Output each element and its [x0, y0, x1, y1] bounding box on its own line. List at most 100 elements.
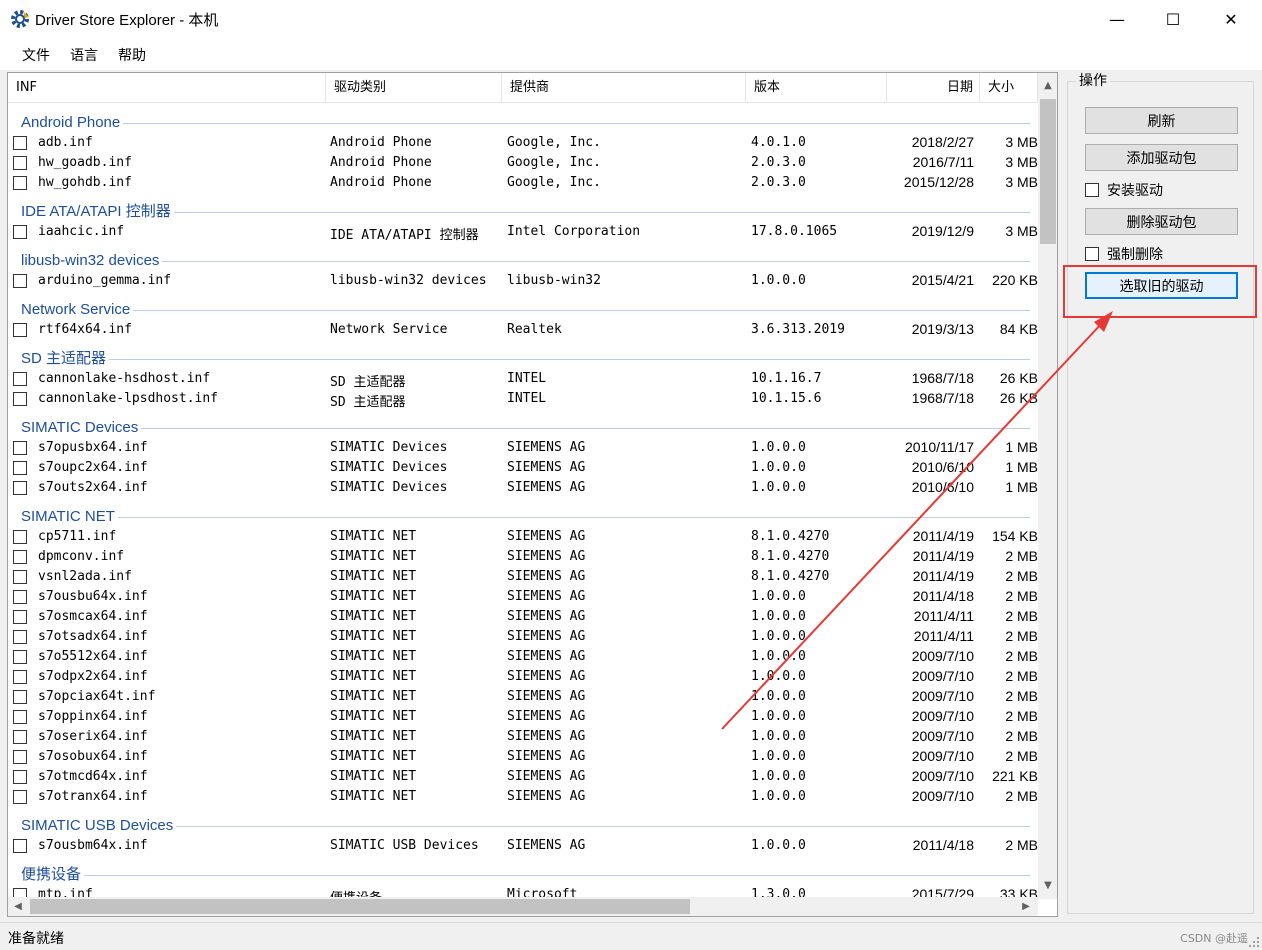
driver-row[interactable]: cannonlake-lpsdhost.inf SD 主适配器 INTEL 10.1.…: [8, 389, 1038, 410]
driver-row[interactable]: dpmconv.inf SIMATIC NET SIEMENS AG 8.1.0.42…: [8, 547, 1038, 567]
row-checkbox[interactable]: [13, 750, 27, 764]
driver-row[interactable]: cp5711.inf SIMATIC NET SIEMENS AG 8.1.0.427…: [8, 527, 1038, 547]
driver-row[interactable]: s7opusbx64.inf SIMATIC Devices SIEMENS AG 1…: [8, 438, 1038, 458]
vertical-scrollbar[interactable]: ▲ ▼: [1038, 73, 1057, 899]
column-header-date[interactable]: 日期: [887, 73, 980, 103]
cell-size: 2 MB: [1005, 708, 1038, 724]
driver-row[interactable]: hw_gohdb.inf Android Phone Google, Inc. 2.0…: [8, 173, 1038, 193]
group-header[interactable]: libusb-win32 devices: [8, 251, 1038, 271]
driver-row[interactable]: iaahcic.inf IDE ATA/ATAPI 控制器 Intel Corpor…: [8, 222, 1038, 243]
scroll-right-icon[interactable]: ▶: [1016, 897, 1036, 916]
cell-size: 2 MB: [1005, 748, 1038, 764]
cell-prov: Google, Inc.: [507, 155, 601, 170]
row-checkbox[interactable]: [13, 225, 27, 239]
row-checkbox[interactable]: [13, 590, 27, 604]
driver-list[interactable]: INF 驱动类别 提供商 版本 日期 大小 ^ Android Phoneadb…: [7, 72, 1058, 917]
column-header-inf[interactable]: INF: [8, 73, 326, 103]
driver-row[interactable]: vsnl2ada.inf SIMATIC NET SIEMENS AG 8.1.0.4…: [8, 567, 1038, 587]
cell-size: 2 MB: [1005, 837, 1038, 853]
row-checkbox[interactable]: [13, 770, 27, 784]
scroll-left-icon[interactable]: ◀: [8, 897, 28, 916]
driver-row[interactable]: s7oppinx64.inf SIMATIC NET SIEMENS AG 1.0.0…: [8, 707, 1038, 727]
row-checkbox[interactable]: [13, 274, 27, 288]
group-header[interactable]: Network Service: [8, 300, 1038, 320]
cell-inf: iaahcic.inf: [38, 224, 125, 239]
driver-row[interactable]: s7opciax64t.inf SIMATIC NET SIEMENS AG 1.0.…: [8, 687, 1038, 707]
driver-row[interactable]: rtf64x64.inf Network Service Realtek 3.6.31…: [8, 320, 1038, 340]
group-header[interactable]: SIMATIC NET: [8, 507, 1038, 527]
driver-row[interactable]: s7oserix64.inf SIMATIC NET SIEMENS AG 1.0.0…: [8, 727, 1038, 747]
row-checkbox[interactable]: [13, 730, 27, 744]
close-button[interactable]: ✕: [1202, 0, 1260, 38]
group-header[interactable]: SD 主适配器: [8, 349, 1038, 369]
column-header-version[interactable]: 版本: [746, 73, 887, 103]
driver-row[interactable]: cannonlake-hsdhost.inf SD 主适配器 INTEL 10.1.1…: [8, 369, 1038, 390]
column-header-size[interactable]: 大小: [980, 73, 1038, 103]
group-header[interactable]: SIMATIC USB Devices: [8, 816, 1038, 836]
vertical-scroll-thumb[interactable]: [1040, 99, 1056, 244]
column-header-provider[interactable]: 提供商: [502, 73, 746, 103]
cell-inf: cp5711.inf: [38, 529, 117, 544]
row-checkbox[interactable]: [13, 392, 27, 406]
driver-row[interactable]: arduino_gemma.inf libusb-win32 devices lib…: [8, 271, 1038, 291]
driver-row[interactable]: s7outs2x64.inf SIMATIC Devices SIEMENS AG 1…: [8, 478, 1038, 498]
group-header[interactable]: Android Phone: [8, 113, 1038, 133]
row-checkbox[interactable]: [13, 441, 27, 455]
column-header-class[interactable]: 驱动类别: [326, 73, 502, 103]
row-checkbox[interactable]: [13, 650, 27, 664]
row-checkbox[interactable]: [13, 156, 27, 170]
row-checkbox[interactable]: [13, 461, 27, 475]
driver-row[interactable]: adb.inf Android Phone Google, Inc. 4.0.1.0 2…: [8, 133, 1038, 153]
driver-row[interactable]: s7osmcax64.inf SIMATIC NET SIEMENS AG 1.0.0…: [8, 607, 1038, 627]
cell-prov: SIEMENS AG: [507, 569, 586, 584]
row-checkbox[interactable]: [13, 323, 27, 337]
driver-row[interactable]: hw_goadb.inf Android Phone Google, Inc. 2.0…: [8, 153, 1038, 173]
group-header[interactable]: IDE ATA/ATAPI 控制器: [8, 202, 1038, 222]
driver-row[interactable]: s7otsadx64.inf SIMATIC NET SIEMENS AG 1.0.0…: [8, 627, 1038, 647]
row-checkbox[interactable]: [13, 530, 27, 544]
row-checkbox[interactable]: [13, 839, 27, 853]
row-checkbox[interactable]: [13, 630, 27, 644]
group-header[interactable]: SIMATIC Devices: [8, 418, 1038, 438]
delete-driver-button[interactable]: 删除驱动包: [1085, 208, 1238, 235]
driver-row[interactable]: s7osobux64.inf SIMATIC NET SIEMENS AG 1.0.0…: [8, 747, 1038, 767]
driver-row[interactable]: s7ousbu64x.inf SIMATIC NET SIEMENS AG 1.0.0…: [8, 587, 1038, 607]
menu-language[interactable]: 语言: [60, 38, 108, 70]
add-driver-button[interactable]: 添加驱动包: [1085, 144, 1238, 171]
scroll-up-icon[interactable]: ▲: [1038, 75, 1057, 95]
row-checkbox[interactable]: [13, 550, 27, 564]
driver-row[interactable]: s7o5512x64.inf SIMATIC NET SIEMENS AG 1.0.0…: [8, 647, 1038, 667]
menu-help[interactable]: 帮助: [108, 38, 156, 70]
minimize-button[interactable]: —: [1088, 0, 1146, 38]
resize-grip-icon[interactable]: [1248, 936, 1260, 948]
menu-file[interactable]: 文件: [12, 38, 60, 70]
install-driver-checkbox[interactable]: 安装驱动: [1085, 180, 1163, 200]
maximize-button[interactable]: ☐: [1144, 0, 1202, 38]
row-checkbox[interactable]: [13, 710, 27, 724]
row-checkbox[interactable]: [13, 176, 27, 190]
driver-row[interactable]: s7otranx64.inf SIMATIC NET SIEMENS AG 1.0.0…: [8, 787, 1038, 807]
row-checkbox[interactable]: [13, 610, 27, 624]
cell-ver: 1.0.0.0: [751, 609, 806, 624]
scroll-down-icon[interactable]: ▼: [1038, 875, 1057, 895]
row-checkbox[interactable]: [13, 690, 27, 704]
horizontal-scrollbar[interactable]: ◀ ▶: [8, 897, 1038, 916]
driver-row[interactable]: s7oupc2x64.inf SIMATIC Devices SIEMENS AG 1…: [8, 458, 1038, 478]
row-checkbox[interactable]: [13, 372, 27, 386]
row-checkbox[interactable]: [13, 481, 27, 495]
driver-row[interactable]: s7ousbm64x.inf SIMATIC USB Devices SIEMENS…: [8, 836, 1038, 856]
row-checkbox[interactable]: [13, 670, 27, 684]
horizontal-scroll-thumb[interactable]: [30, 899, 690, 914]
install-driver-box[interactable]: [1085, 183, 1099, 197]
driver-row[interactable]: s7otmcd64x.inf SIMATIC NET SIEMENS AG 1.0.0…: [8, 767, 1038, 787]
row-checkbox[interactable]: [13, 136, 27, 150]
driver-row[interactable]: s7odpx2x64.inf SIMATIC NET SIEMENS AG 1.0.0…: [8, 667, 1038, 687]
force-delete-box[interactable]: [1085, 247, 1099, 261]
cell-ver: 1.0.0.0: [751, 789, 806, 804]
force-delete-checkbox[interactable]: 强制删除: [1085, 244, 1163, 264]
row-checkbox[interactable]: [13, 570, 27, 584]
group-header[interactable]: 便携设备: [8, 865, 1038, 885]
row-checkbox[interactable]: [13, 790, 27, 804]
column-header-class-label: 驱动类别: [334, 80, 387, 95]
refresh-button[interactable]: 刷新: [1085, 107, 1238, 134]
